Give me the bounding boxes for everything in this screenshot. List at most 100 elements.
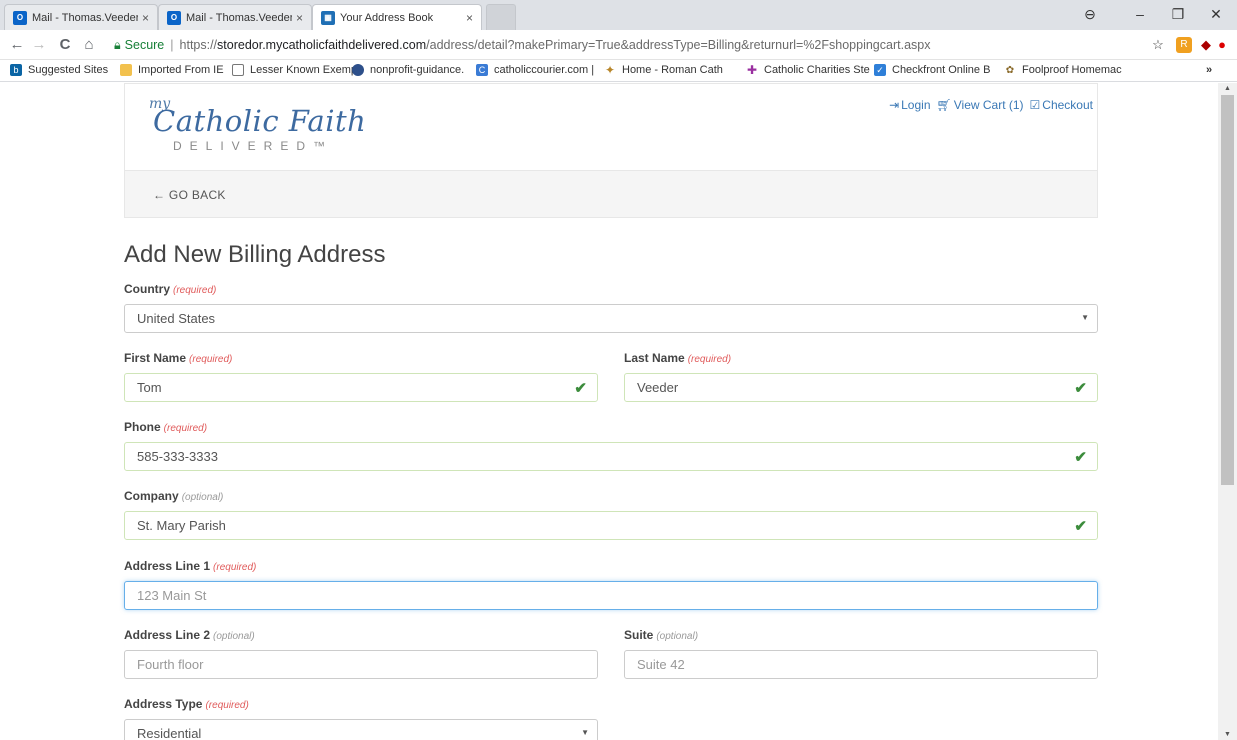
page-scrollbar[interactable]: ▲ ▼ bbox=[1218, 83, 1237, 740]
scroll-down-arrow-icon[interactable]: ▼ bbox=[1218, 731, 1237, 738]
page-title: Add New Billing Address bbox=[124, 241, 386, 268]
tab-label: Mail - Thomas.Veeder@c bbox=[186, 11, 292, 24]
optional-tag: (optional) bbox=[213, 631, 255, 642]
suite-input[interactable]: Suite 42 bbox=[624, 650, 1098, 679]
url-divider: | bbox=[170, 38, 174, 52]
address-type-value: Residential bbox=[137, 726, 202, 740]
url-host: storedor.mycatholicfaithdelivered.com bbox=[217, 38, 427, 52]
bookmark-foolproof[interactable]: ✿ Foolproof Homemac bbox=[1004, 64, 1122, 76]
browser-tab-mail-2[interactable]: O Mail - Thomas.Veeder@c × bbox=[158, 4, 312, 30]
company-label-text: Company bbox=[124, 489, 179, 503]
back-bar: ← GO BACK bbox=[124, 170, 1098, 218]
bing-icon: b bbox=[10, 64, 22, 76]
bookmark-label: Checkfront Online B bbox=[892, 64, 991, 76]
bookmark-label: nonprofit-guidance. bbox=[370, 64, 465, 76]
bookmark-label: Lesser Known Exemp bbox=[250, 64, 357, 76]
bookmark-label: Catholic Charities Ste bbox=[764, 64, 870, 76]
new-tab-button[interactable] bbox=[486, 4, 516, 30]
country-select[interactable]: United States ▼ bbox=[124, 304, 1098, 333]
leaf-icon: ✿ bbox=[1005, 64, 1015, 76]
required-tag: (required) bbox=[189, 354, 233, 365]
bookmarks-overflow-button[interactable]: » bbox=[1206, 64, 1212, 76]
bookmark-suggested-sites[interactable]: b Suggested Sites bbox=[10, 64, 108, 76]
profile-icon[interactable]: ⊖ bbox=[1080, 6, 1100, 23]
cross-icon: ✦ bbox=[604, 63, 616, 77]
checkout-icon: ☑ bbox=[1029, 98, 1041, 112]
address-line-1-label: Address Line 1 (required) bbox=[124, 559, 256, 573]
login-link[interactable]: ⇥ Login bbox=[889, 98, 930, 112]
address-line-2-placeholder: Fourth floor bbox=[137, 657, 204, 672]
browser-tab-mail-1[interactable]: O Mail - Thomas.Veeder@c × bbox=[4, 4, 158, 30]
ublock-icon[interactable]: ◆ bbox=[1198, 37, 1214, 53]
forward-arrow-icon[interactable]: → bbox=[30, 36, 48, 53]
home-icon[interactable]: ⌂ bbox=[80, 36, 98, 53]
checkout-link[interactable]: ☑ Checkout bbox=[1030, 98, 1093, 112]
browser-toolbar: ← → C ⌂ 🔒︎ Secure | https:// storedor.my… bbox=[0, 30, 1237, 60]
minimize-button[interactable]: – bbox=[1130, 6, 1150, 22]
outlook-icon: O bbox=[13, 10, 27, 25]
first-name-value: Tom bbox=[137, 380, 162, 395]
restore-button[interactable]: ❐ bbox=[1168, 6, 1188, 23]
scroll-up-arrow-icon[interactable]: ▲ bbox=[1218, 85, 1237, 92]
tab-close-icon[interactable]: × bbox=[296, 11, 303, 25]
bookmark-catholic-charities[interactable]: ✚ Catholic Charities Ste bbox=[746, 63, 870, 77]
country-label: Country (required) bbox=[124, 282, 216, 296]
bookmark-imported-from-ie[interactable]: Imported From IE bbox=[120, 64, 224, 76]
valid-check-icon: ✔ bbox=[1074, 449, 1087, 466]
first-name-input[interactable]: Tom ✔ bbox=[124, 373, 598, 402]
page-viewport: my Catholic Faith DELIVERED™ ⇥ Login 🛒︎ Vi… bbox=[0, 83, 1218, 740]
address-line-1-placeholder: 123 Main St bbox=[137, 588, 207, 603]
logo-sub: DELIVERED™ bbox=[173, 139, 334, 153]
url-path: /address/detail?makePrimary=True&address… bbox=[426, 38, 931, 52]
url-scheme: https:// bbox=[179, 38, 218, 52]
tab-close-icon[interactable]: × bbox=[142, 11, 149, 25]
required-tag: (required) bbox=[163, 423, 208, 434]
adblock-icon[interactable]: ● bbox=[1214, 37, 1230, 53]
tab-close-icon[interactable]: × bbox=[466, 11, 473, 25]
tab-label: Your Address Book bbox=[340, 11, 434, 24]
address-type-label-text: Address Type bbox=[124, 697, 203, 711]
logo-main: Catholic Faith bbox=[153, 104, 367, 138]
phone-label: Phone (required) bbox=[124, 420, 207, 434]
checkmark-icon: ✓ bbox=[874, 64, 886, 76]
tab-label: Mail - Thomas.Veeder@c bbox=[32, 11, 138, 24]
required-tag: (required) bbox=[205, 700, 249, 711]
valid-check-icon: ✔ bbox=[574, 380, 587, 397]
extension-r-icon[interactable]: R bbox=[1176, 37, 1192, 53]
bookmarks-bar: b Suggested Sites Imported From IE Lesse… bbox=[0, 60, 1237, 82]
suite-label-text: Suite bbox=[624, 628, 654, 642]
country-value: United States bbox=[137, 311, 216, 326]
bookmark-lesser-known[interactable]: Lesser Known Exemp bbox=[232, 64, 357, 76]
bookmark-roman-catholic[interactable]: ✦ Home - Roman Cath bbox=[604, 63, 723, 77]
address-type-select[interactable]: Residential ▼ bbox=[124, 719, 598, 740]
bookmark-nonprofit-guidance[interactable]: nonprofit-guidance. bbox=[352, 64, 464, 76]
required-tag: (required) bbox=[687, 354, 732, 365]
last-name-input[interactable]: Veeder ✔ bbox=[624, 373, 1098, 402]
address-book-icon: ▦ bbox=[321, 10, 335, 25]
first-name-label-text: First Name bbox=[124, 351, 187, 365]
required-tag: (required) bbox=[173, 285, 217, 296]
bookmark-catholiccourier[interactable]: C catholiccourier.com | bbox=[476, 64, 594, 76]
reload-icon[interactable]: C bbox=[56, 36, 74, 53]
suite-placeholder: Suite 42 bbox=[637, 657, 685, 672]
company-label: Company (optional) bbox=[124, 489, 223, 503]
suite-label: Suite (optional) bbox=[624, 628, 698, 642]
company-value: St. Mary Parish bbox=[137, 518, 226, 533]
go-back-link[interactable]: ← GO BACK bbox=[153, 188, 226, 202]
address-line-2-input[interactable]: Fourth floor bbox=[124, 650, 598, 679]
cart-icon: 🛒︎ bbox=[936, 98, 952, 112]
view-cart-link[interactable]: 🛒︎ View Cart (1) bbox=[937, 98, 1024, 112]
address-bar[interactable]: 🔒︎ Secure | https:// storedor.mycatholic… bbox=[108, 34, 1138, 56]
outlook-icon: O bbox=[167, 10, 181, 25]
last-name-label-text: Last Name bbox=[624, 351, 685, 365]
company-input[interactable]: St. Mary Parish ✔ bbox=[124, 511, 1098, 540]
browser-tab-address-book[interactable]: ▦ Your Address Book × bbox=[312, 4, 482, 30]
bookmark-label: Home - Roman Cath bbox=[622, 64, 723, 76]
phone-input[interactable]: 585-333-3333 ✔ bbox=[124, 442, 1098, 471]
address-line-1-input[interactable]: 123 Main St bbox=[124, 581, 1098, 610]
close-window-button[interactable]: ✕ bbox=[1206, 6, 1226, 23]
bookmark-checkfront[interactable]: ✓ Checkfront Online B bbox=[874, 64, 990, 76]
back-arrow-icon[interactable]: ← bbox=[8, 36, 26, 53]
scrollbar-thumb[interactable] bbox=[1221, 95, 1234, 485]
star-icon[interactable]: ☆ bbox=[1150, 37, 1166, 53]
